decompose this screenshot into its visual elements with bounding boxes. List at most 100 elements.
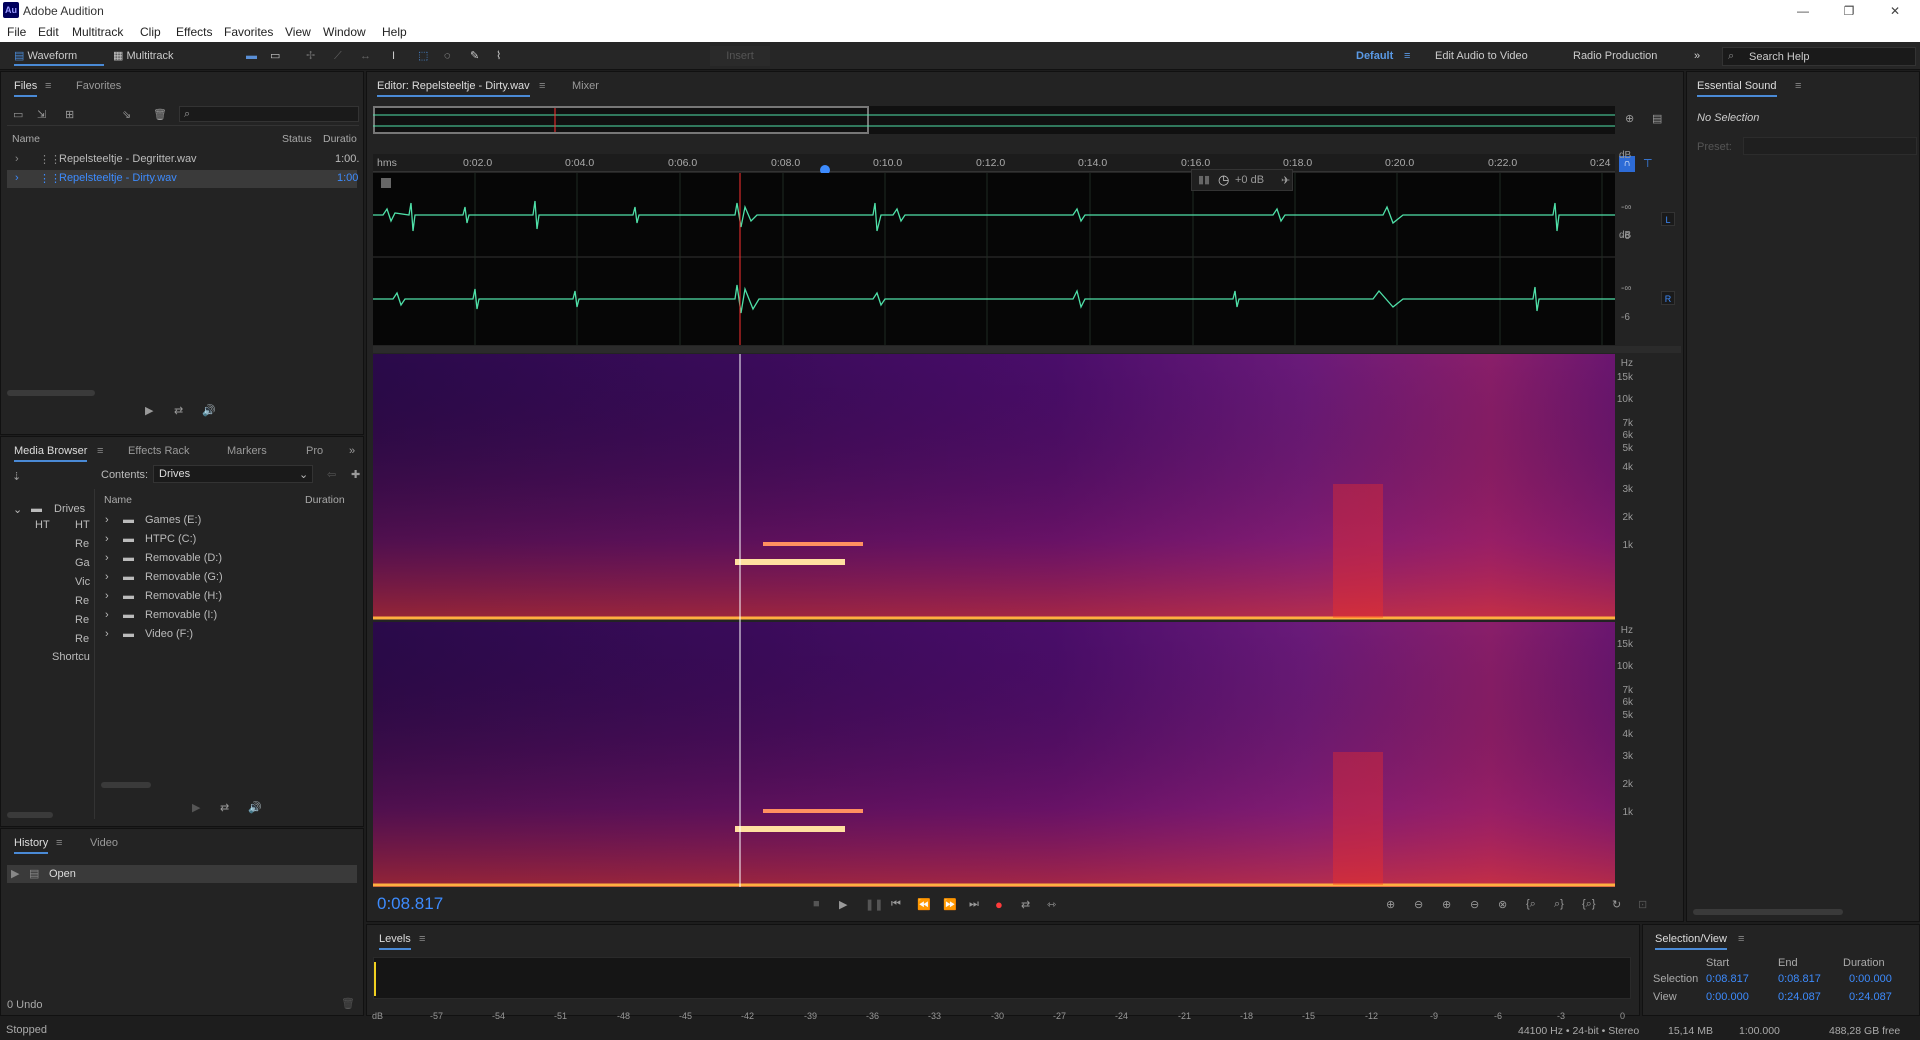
tab-history[interactable]: History [14,837,49,854]
files-col-status[interactable]: Status [282,133,312,145]
workspace-edit-audio-to-video[interactable]: Edit Audio to Video [1435,46,1528,66]
selection-view-menu-icon[interactable]: ≡ [1738,933,1744,945]
spectral-display[interactable] [373,354,1615,887]
tab-files[interactable]: Files [14,80,38,97]
list-item[interactable]: › ▬ Removable (H:) [101,587,357,606]
essential-sound-scrollbar[interactable] [1693,909,1843,915]
play-icon[interactable]: ▶ [839,898,847,911]
zoom-out-full-icon[interactable]: ⊕ [1625,112,1634,125]
spot-healing-tool-icon[interactable]: ⌇ [496,46,501,66]
time-selection-tool-icon[interactable]: I [392,46,395,66]
close-button[interactable]: ✕ [1872,0,1918,22]
overview-waveform[interactable] [373,106,1615,134]
files-panel-menu-icon[interactable]: ≡ [45,80,51,92]
zoom-out-full-both-icon[interactable]: ⊗ [1498,898,1507,911]
channel-left-toggle[interactable]: L [1661,212,1675,226]
rewind-icon[interactable]: ⏪ [917,898,931,911]
history-panel-menu-icon[interactable]: ≡ [56,837,62,849]
tab-markers[interactable]: Markers [227,445,267,457]
zoom-in-at-end-icon[interactable]: ⌕} [1554,898,1564,911]
hud-toggle[interactable] [381,178,391,188]
media-panel-menu-icon[interactable]: ≡ [97,445,103,457]
workspace-radio-production[interactable]: Radio Production [1573,46,1657,66]
selection-start[interactable]: 0:08.817 [1706,973,1749,985]
play-icon[interactable]: ▶ [145,404,153,417]
insert-into-multitrack-icon[interactable]: ⇘ [122,108,131,121]
tree-shortcuts[interactable]: Shortcu [52,651,90,663]
loop-icon[interactable]: ⇄ [220,801,229,814]
tab-essential-sound[interactable]: Essential Sound [1697,80,1777,97]
files-col-name[interactable]: Name [12,133,40,145]
menu-view[interactable]: View [285,25,311,39]
expand-icon[interactable]: › [105,628,109,640]
expand-icon[interactable]: › [15,172,19,184]
tab-media-browser[interactable]: Media Browser [14,445,88,462]
expand-icon[interactable]: › [105,533,109,545]
more-tabs-icon[interactable]: » [349,445,355,457]
import-file-icon[interactable]: ⇲ [37,108,46,121]
levels-menu-icon[interactable]: ≡ [419,933,425,945]
channel-right-toggle[interactable]: R [1661,291,1675,305]
zoom-reset-icon[interactable]: ↻ [1612,898,1621,911]
zoom-out-amplitude-icon[interactable]: ⊖ [1414,898,1423,911]
move-tool-icon[interactable]: ✢ [306,46,315,66]
menu-favorites[interactable]: Favorites [224,25,273,39]
insert-button[interactable]: Insert [710,46,770,66]
gain-value[interactable]: +0 dB [1235,174,1264,186]
view-duration[interactable]: 0:24.087 [1849,991,1892,1003]
menu-effects[interactable]: Effects [176,25,212,39]
add-icon[interactable]: ✚ [351,468,360,481]
pause-icon[interactable]: ❚❚ [865,898,883,911]
open-file-icon[interactable]: ▭ [13,108,23,121]
search-help-box[interactable]: ⌕ Search Help [1722,47,1916,66]
list-item[interactable]: › ▬ Games (E:) [101,511,357,530]
selection-duration[interactable]: 0:00.000 [1849,973,1892,985]
list-item[interactable]: › ▬ Removable (G:) [101,568,357,587]
zoom-to-selection-disabled-icon[interactable]: ⊡ [1638,898,1647,911]
media-col-duration[interactable]: Duration [305,494,345,506]
loop-icon[interactable]: ⇄ [174,404,183,417]
expand-icon[interactable]: › [105,571,109,583]
spectral-view-icon[interactable]: ▬ [246,46,257,66]
multitrack-mode-button[interactable]: ▦ Multitrack [113,46,203,66]
menu-window[interactable]: Window [323,25,366,39]
skip-start-icon[interactable]: ⏮ [891,898,901,911]
files-search-input[interactable]: ⌕ [179,106,359,122]
zoom-to-selection-icon[interactable]: {⌕} [1582,898,1596,911]
gain-knob-icon[interactable]: ◷ [1218,172,1229,188]
workspace-menu-icon[interactable]: ≡ [1404,46,1410,66]
list-item[interactable]: › ▬ Video (F:) [101,625,357,644]
autoplay-speaker-icon[interactable]: 🔊 [248,801,262,814]
minimize-button[interactable]: — [1780,0,1826,22]
tree-item-6[interactable]: Re [75,614,89,626]
tab-mixer[interactable]: Mixer [572,80,599,92]
tab-editor[interactable]: Editor: Repelsteeltje - Dirty.wav [377,80,530,97]
more-workspaces-icon[interactable]: » [1694,46,1700,66]
expand-icon[interactable]: › [105,552,109,564]
tree-item-4[interactable]: Vic [75,576,90,588]
tab-favorites[interactable]: Favorites [76,80,121,92]
menu-edit[interactable]: Edit [38,25,59,39]
hud-gain[interactable]: ▮▮ ◷ +0 dB ✈ [1191,169,1293,191]
back-icon[interactable]: ⇦ [327,468,336,481]
tree-root[interactable]: Drives [54,503,85,515]
slip-tool-icon[interactable]: ↔ [360,46,371,66]
menu-help[interactable]: Help [382,25,407,39]
workspace-default[interactable]: Default [1356,46,1393,66]
fast-forward-icon[interactable]: ⏩ [943,898,957,911]
waveform-mode-button[interactable]: ▤ Waveform [14,46,104,66]
files-scrollbar[interactable] [7,390,95,396]
history-item[interactable]: ▶ ▤ Open [7,865,357,883]
tab-effects-rack[interactable]: Effects Rack [128,445,190,457]
maximize-button[interactable]: ❐ [1826,0,1872,22]
tree-item-7[interactable]: Re [75,633,89,645]
view-start[interactable]: 0:00.000 [1706,991,1749,1003]
tree-item-3[interactable]: Ga [75,557,90,569]
zoom-in-amplitude-icon[interactable]: ⊕ [1386,898,1395,911]
autoplay-speaker-icon[interactable]: 🔊 [202,404,216,417]
marker-icon[interactable]: ⊤ [1643,157,1653,170]
spectral-splitter[interactable] [373,346,1681,353]
file-row-selected[interactable]: › ⋮⋮ Repelsteeltje - Dirty.wav 1:00 [7,170,358,188]
list-item[interactable]: › ▬ HTPC (C:) [101,530,357,549]
collapse-icon[interactable]: ⌄ [13,503,22,516]
